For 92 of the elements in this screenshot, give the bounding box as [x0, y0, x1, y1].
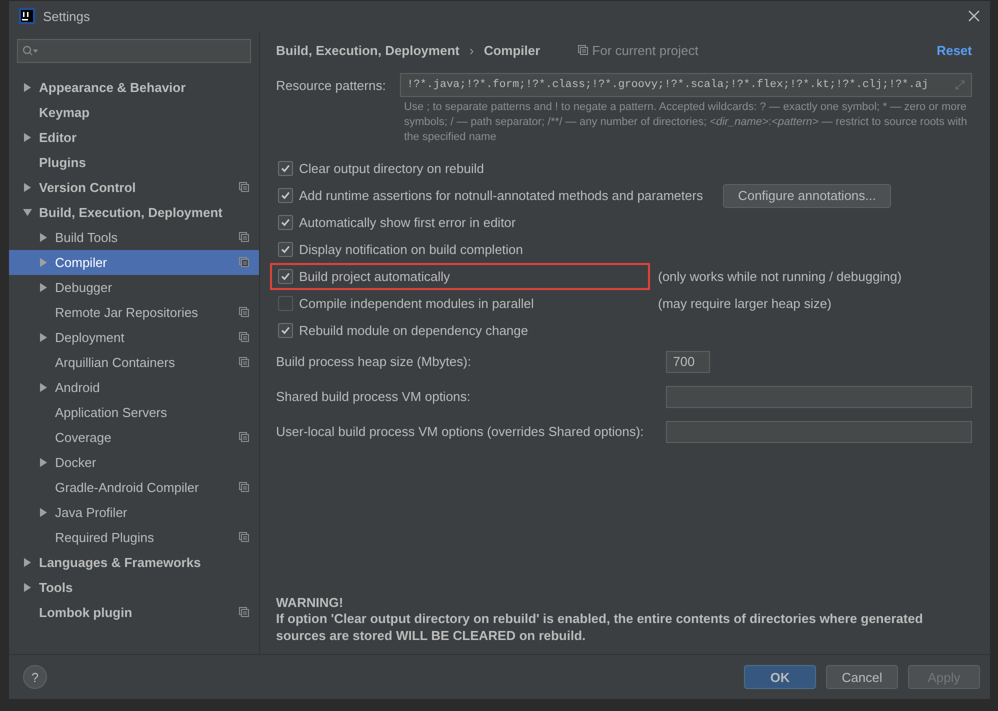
project-scope-icon	[239, 232, 249, 242]
sidebar-item[interactable]: Tools	[9, 575, 259, 600]
checkbox[interactable]	[278, 215, 293, 230]
sidebar-item[interactable]: Arquillian Containers	[9, 350, 259, 375]
warning-title: WARNING!	[276, 595, 344, 610]
close-icon[interactable]	[968, 10, 980, 22]
hint-text: Use ; to separate patterns and ! to negate a pattern. Accepted wildcards: ? — exactly one symbol; * — zero or more symbols; / — path separator; /**/ — any number of directories; <dir_name>:<pattern> — restrict to source roots with the specified name	[404, 100, 968, 145]
sidebar-item[interactable]: Build Tools	[9, 225, 259, 250]
checkbox[interactable]	[278, 188, 293, 203]
checkbox[interactable]	[278, 323, 293, 338]
checkmark-icon	[281, 164, 290, 173]
sidebar-item[interactable]: Java Profiler	[9, 500, 259, 525]
dialog-button[interactable]: Cancel	[826, 665, 898, 689]
checkbox-label[interactable]: Compile independent modules in parallel	[299, 296, 534, 311]
collapsed-arrow-icon[interactable]	[23, 83, 32, 92]
checkbox-label[interactable]: Add runtime assertions for notnull-annotated methods and parameters	[299, 188, 703, 203]
sidebar-item[interactable]: Compiler	[9, 250, 259, 275]
checkmark-icon	[281, 326, 290, 335]
sidebar-item[interactable]: Plugins	[9, 150, 259, 175]
help-button[interactable]: ?	[23, 665, 47, 689]
breadcrumb-item: Compiler	[484, 42, 540, 58]
option-note: (only works while not running / debugging)	[658, 269, 902, 284]
checkbox-label[interactable]: Build project automatically	[299, 269, 450, 284]
collapsed-arrow-icon[interactable]	[23, 183, 32, 192]
checkbox-label[interactable]: Automatically show first error in editor	[299, 215, 516, 230]
collapsed-arrow-icon[interactable]	[39, 283, 48, 292]
checkbox[interactable]	[278, 242, 293, 257]
collapsed-arrow-icon[interactable]	[39, 233, 48, 242]
sidebar-item[interactable]: Gradle-Android Compiler	[9, 475, 259, 500]
collapsed-arrow-icon[interactable]	[39, 508, 48, 517]
project-scope-icon	[578, 45, 588, 55]
sidebar-item[interactable]: Docker	[9, 450, 259, 475]
checkbox-label[interactable]: Rebuild module on dependency change	[299, 323, 528, 338]
checkbox[interactable]	[278, 296, 293, 311]
project-scope-icon	[239, 182, 249, 192]
checkbox-label[interactable]: Clear output directory on rebuild	[299, 161, 484, 176]
sidebar-item[interactable]: Application Servers	[9, 400, 259, 425]
checkbox[interactable]	[278, 161, 293, 176]
search-field[interactable]	[17, 39, 251, 63]
project-scope-icon	[239, 482, 249, 492]
checkbox-label[interactable]: Display notification on build completion	[299, 242, 524, 257]
sidebar-item[interactable]: Required Plugins	[9, 525, 259, 550]
collapsed-arrow-icon[interactable]	[39, 458, 48, 467]
project-scope-icon	[239, 432, 249, 442]
project-scope-icon	[239, 357, 249, 367]
sidebar-item[interactable]: Keymap	[9, 100, 259, 125]
sidebar-item[interactable]: Coverage	[9, 425, 259, 450]
field-label: User-local build process VM options (overrides Shared options):	[276, 424, 645, 439]
project-scope-icon	[239, 307, 249, 317]
sidebar-item[interactable]: Remote Jar Repositories	[9, 300, 259, 325]
checkmark-icon	[281, 191, 290, 200]
sidebar-item[interactable]: Debugger	[9, 275, 259, 300]
sidebar-item[interactable]: Deployment	[9, 325, 259, 350]
sidebar-item[interactable]: Editor	[9, 125, 259, 150]
option-note: (may require larger heap size)	[658, 296, 832, 311]
field-label: Shared build process VM options:	[276, 389, 472, 404]
breadcrumb-separator: ›	[469, 42, 474, 58]
checkmark-icon	[281, 245, 290, 254]
project-scope-icon	[239, 532, 249, 542]
window-title: Settings	[43, 8, 91, 24]
collapsed-arrow-icon[interactable]	[23, 558, 32, 567]
project-scope-icon	[239, 332, 249, 342]
field-label: Build process heap size (Mbytes):	[276, 354, 472, 369]
dialog-button[interactable]: OK	[744, 665, 816, 689]
app-logo-icon	[19, 8, 35, 24]
sidebar-item[interactable]: Languages & Frameworks	[9, 550, 259, 575]
collapsed-arrow-icon[interactable]	[39, 333, 48, 342]
configure-button[interactable]: Configure annotations...	[722, 184, 891, 208]
input-field[interactable]	[666, 420, 972, 442]
sidebar-item[interactable]: Appearance & Behavior	[9, 75, 259, 100]
input-field[interactable]: 700	[666, 350, 710, 372]
collapsed-arrow-icon[interactable]	[23, 133, 32, 142]
field-label: Resource patterns:	[276, 78, 386, 92]
breadcrumb-item: Build, Execution, Deployment	[276, 42, 460, 58]
reset-link[interactable]: Reset	[936, 42, 972, 58]
resource-patterns-field[interactable]: !?*.java;!?*.form;!?*.class;!?*.groovy;!?*.scala;!?*.flex;!?*.kt;!?*.clj;!?*.aj	[400, 73, 972, 97]
scope-label: For current project	[592, 42, 698, 58]
search-icon	[22, 45, 38, 57]
sidebar-item[interactable]: Lombok plugin	[9, 600, 259, 625]
sidebar-item[interactable]: Build, Execution, Deployment	[9, 200, 259, 225]
checkmark-icon	[281, 218, 290, 227]
input-field[interactable]	[666, 386, 972, 408]
sidebar-item[interactable]: Version Control	[9, 175, 259, 200]
sidebar-item[interactable]: Android	[9, 375, 259, 400]
warning-text: If option 'Clear output directory on rebuild' is enabled, the entire contents of directories where generated sources are stored WILL BE CLEARED on rebuild.	[276, 610, 924, 644]
checkbox[interactable]	[278, 269, 293, 284]
expanded-arrow-icon[interactable]	[23, 208, 32, 217]
project-scope-icon	[239, 607, 249, 617]
project-scope-icon	[239, 257, 249, 267]
checkmark-icon	[281, 272, 290, 281]
collapsed-arrow-icon[interactable]	[39, 383, 48, 392]
collapsed-arrow-icon[interactable]	[23, 583, 32, 592]
